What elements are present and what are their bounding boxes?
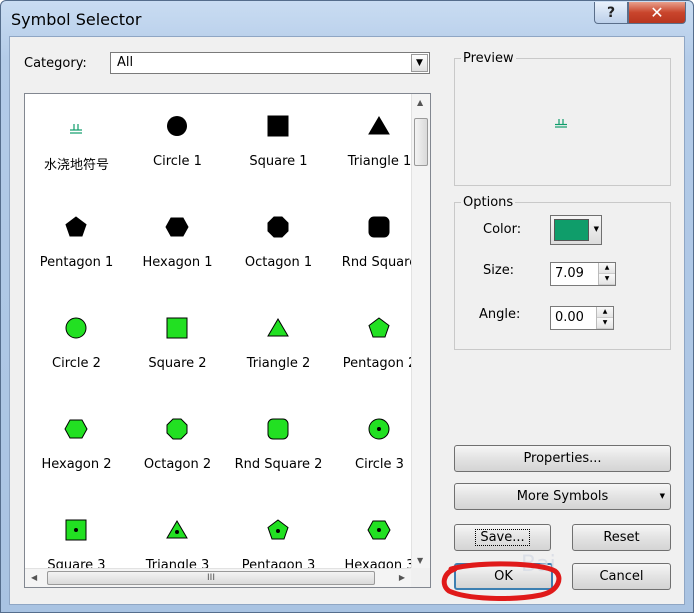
cancel-button-label: Cancel <box>599 569 644 584</box>
preview-label: Preview <box>463 51 514 66</box>
symbol-label: Hexagon 1 <box>142 255 213 270</box>
angle-value[interactable]: 0.00 <box>555 310 584 325</box>
category-dropdown[interactable]: All ▼ <box>110 52 430 74</box>
symbol-label: 水浇地符号 <box>43 158 109 173</box>
scroll-right-icon[interactable]: ▶ <box>399 573 405 582</box>
rounded-square-icon <box>368 216 390 238</box>
pentagon-icon <box>368 317 390 338</box>
symbol-item[interactable]: Circle 1 <box>127 100 228 200</box>
symbol-label: Circle 2 <box>52 356 101 371</box>
chevron-down-icon[interactable]: ▼ <box>411 54 428 72</box>
symbol-label: Triangle 2 <box>246 356 311 371</box>
symbol-label: Hexagon 2 <box>41 457 112 472</box>
ok-button-label: OK <box>494 569 513 584</box>
hexagon-icon <box>165 217 189 237</box>
size-stepper[interactable]: 7.09 ▲ ▼ <box>550 262 616 286</box>
save-button[interactable]: Save... <box>454 524 551 551</box>
category-label: Category: <box>24 56 87 71</box>
scroll-down-icon[interactable]: ▼ <box>417 556 423 565</box>
symbol-item[interactable]: Square 1 <box>228 100 329 200</box>
hexagon-dot-icon <box>367 520 391 540</box>
octagon-icon <box>166 418 188 440</box>
chevron-down-icon: ▼ <box>593 225 599 233</box>
hexagon-icon <box>64 419 88 439</box>
horizontal-scroll-thumb[interactable]: III <box>47 571 375 585</box>
size-label: Size: <box>483 263 515 278</box>
symbol-item[interactable]: Hexagon 1 <box>127 201 228 301</box>
symbol-item[interactable]: Triangle 2 <box>228 302 329 402</box>
octagon-icon <box>267 216 289 238</box>
save-button-label: Save... <box>475 529 530 546</box>
reset-button-label: Reset <box>603 530 640 545</box>
size-up-icon[interactable]: ▲ <box>599 263 615 274</box>
triangle-icon <box>267 318 289 337</box>
circle-icon <box>167 116 187 136</box>
options-label: Options <box>463 195 514 210</box>
preview-symbol-icon <box>555 119 567 128</box>
properties-button[interactable]: Properties... <box>454 445 671 472</box>
symbol-item[interactable]: Square 2 <box>127 302 228 402</box>
square-icon <box>267 115 289 137</box>
symbol-item[interactable]: Hexagon 2 <box>26 403 127 503</box>
square-dot-icon <box>65 519 87 541</box>
symbol-item[interactable]: Octagon 2 <box>127 403 228 503</box>
symbol-label: Rnd Square 2 <box>234 457 323 472</box>
symbol-label: Octagon 2 <box>143 457 212 472</box>
category-value: All <box>117 55 134 70</box>
angle-up-icon[interactable]: ▲ <box>597 307 613 318</box>
pentagon-dot-icon <box>267 519 289 540</box>
symbol-label: Circle 1 <box>153 154 202 169</box>
scroll-grip-icon: III <box>207 573 215 583</box>
cancel-button[interactable]: Cancel <box>572 563 671 590</box>
horizontal-scrollbar[interactable]: ◀ III ▶ <box>25 568 411 587</box>
chevron-down-icon: ▼ <box>659 492 665 500</box>
symbol-gallery[interactable]: 水浇地符号 Circle 1 Square 1 Triangle 1 Pentagon … <box>24 93 431 588</box>
symbol-item[interactable]: 水浇地符号 <box>26 100 127 200</box>
triangle-dot-icon <box>166 520 188 539</box>
help-icon: ? <box>606 4 616 21</box>
scroll-up-icon[interactable]: ▲ <box>417 98 423 107</box>
triangle-icon <box>368 116 390 135</box>
symbol-item[interactable]: Pentagon 1 <box>26 201 127 301</box>
rounded-square-icon <box>267 418 289 440</box>
symbol-selector-dialog: Symbol Selector ? ✕ Category: All ▼ 水浇地符… <box>0 0 694 613</box>
symbol-item[interactable]: Octagon 1 <box>228 201 329 301</box>
vertical-scroll-thumb[interactable] <box>414 118 428 166</box>
size-down-icon[interactable]: ▼ <box>599 274 615 285</box>
close-icon: ✕ <box>650 3 664 22</box>
watermark: Bai <box>521 552 556 577</box>
square-icon <box>166 317 188 339</box>
more-symbols-label: More Symbols <box>516 489 609 504</box>
angle-stepper[interactable]: 0.00 ▲ ▼ <box>550 306 614 330</box>
help-button[interactable]: ? <box>594 2 628 24</box>
angle-label: Angle: <box>479 307 521 322</box>
circle-dot-icon <box>368 418 390 440</box>
size-value[interactable]: 7.09 <box>555 266 584 281</box>
properties-button-label: Properties... <box>523 451 602 466</box>
vertical-scrollbar[interactable]: ▲ ▼ <box>411 94 430 568</box>
symbol-item[interactable]: Rnd Square 2 <box>228 403 329 503</box>
symbol-item[interactable]: Circle 2 <box>26 302 127 402</box>
symbol-label: Square 1 <box>249 154 308 169</box>
window-title: Symbol Selector <box>11 10 142 29</box>
reset-button[interactable]: Reset <box>572 524 671 551</box>
symbol-label: Octagon 1 <box>244 255 313 270</box>
scroll-left-icon[interactable]: ◀ <box>31 573 37 582</box>
irrigated-land-icon <box>70 124 82 134</box>
color-swatch <box>554 219 589 241</box>
color-picker-button[interactable]: ▼ <box>550 215 602 245</box>
pentagon-icon <box>65 216 87 237</box>
more-symbols-button[interactable]: More Symbols ▼ <box>454 483 671 510</box>
color-label: Color: <box>483 222 522 237</box>
close-button[interactable]: ✕ <box>628 2 686 24</box>
symbol-label: Square 2 <box>148 356 207 371</box>
scrollbar-corner <box>411 568 430 587</box>
symbol-label: Pentagon 1 <box>39 255 114 270</box>
circle-icon <box>65 317 87 339</box>
angle-down-icon[interactable]: ▼ <box>597 318 613 329</box>
